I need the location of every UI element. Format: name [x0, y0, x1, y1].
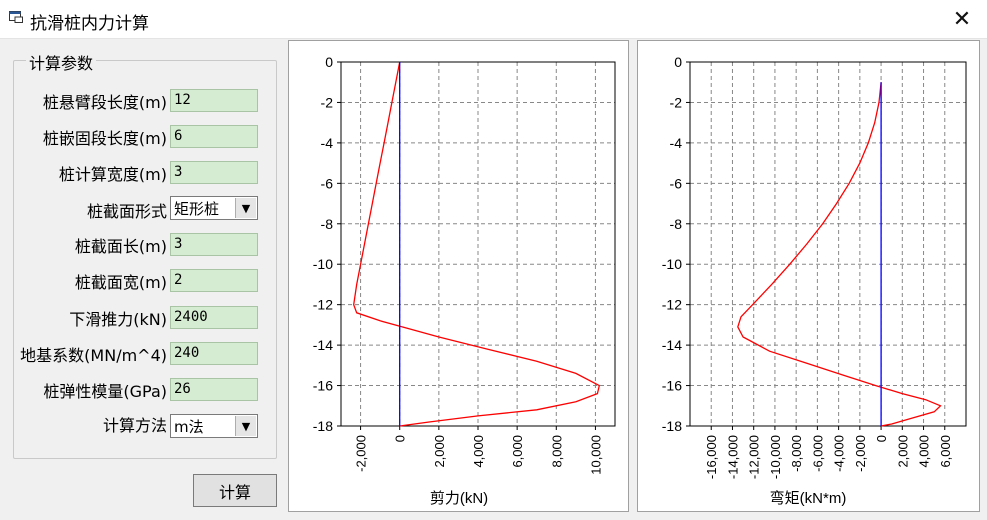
window-title: 抗滑桩内力计算 — [30, 14, 149, 34]
x-tick-label: 0 — [393, 435, 408, 442]
calc-width-field[interactable]: 3 — [170, 161, 258, 184]
x-tick-label: -2,000 — [853, 435, 868, 472]
label-subgrade-coef: 地基系数(MN/m^4) — [20, 346, 167, 365]
x-tick-label: 2,000 — [895, 435, 910, 468]
subgrade-coef-field[interactable]: 240 — [170, 342, 258, 365]
y-tick-label: 0 — [674, 54, 682, 70]
y-tick-label: -2 — [670, 94, 683, 110]
close-button[interactable]: ✕ — [937, 0, 987, 38]
section-type-select[interactable]: 矩形桩 ▼ — [170, 196, 258, 220]
chevron-down-icon[interactable]: ▼ — [235, 416, 256, 436]
x-tick-label: -12,000 — [747, 435, 762, 479]
x-axis-label: 弯矩(kN*m) — [770, 490, 847, 507]
section-type-value: 矩形桩 — [174, 200, 220, 218]
label-sliding-force: 下滑推力(kN) — [69, 310, 167, 329]
y-tick-label: -6 — [670, 175, 683, 191]
x-tick-label: -10,000 — [768, 435, 783, 479]
y-tick-label: -18 — [313, 418, 333, 434]
x-tick-label: 4,000 — [917, 435, 932, 468]
y-tick-label: -12 — [313, 297, 333, 313]
x-tick-label: -16,000 — [704, 435, 719, 479]
x-tick-label: 8,000 — [549, 435, 564, 468]
params-group-title: 计算参数 — [26, 50, 97, 74]
section-length-field[interactable]: 3 — [170, 233, 258, 256]
label-section-length: 桩截面长(m) — [74, 237, 167, 256]
y-tick-label: 0 — [325, 54, 333, 70]
elastic-modulus-field[interactable]: 26 — [170, 378, 258, 401]
section-width-field[interactable]: 2 — [170, 269, 258, 292]
data-curve — [737, 82, 942, 427]
y-tick-label: -16 — [662, 378, 682, 394]
y-tick-label: -12 — [662, 297, 682, 313]
y-tick-label: -4 — [321, 135, 334, 151]
x-axis-label: 剪力(kN) — [430, 490, 488, 507]
shear-chart-panel: 0 -2 -4 -6 -8 -10 -12 -14 -16 -18 -2,000 0 2,000 4,00… — [288, 40, 629, 512]
x-tick-label: 0 — [874, 435, 889, 442]
shear-chart: 0 -2 -4 -6 -8 -10 -12 -14 -16 -18 -2,000 0 2,000 4,00… — [313, 54, 616, 507]
label-section-width: 桩截面宽(m) — [74, 273, 167, 292]
label-elastic-modulus: 桩弹性模量(GPa) — [43, 382, 167, 401]
y-tick-label: -8 — [321, 216, 334, 232]
sliding-force-field[interactable]: 2400 — [170, 306, 258, 329]
calc-method-select[interactable]: m法 ▼ — [170, 414, 258, 438]
y-tick-label: -10 — [313, 256, 333, 272]
x-tick-label: -6,000 — [810, 435, 825, 472]
embedded-length-field[interactable]: 6 — [170, 125, 258, 148]
x-tick-label: -8,000 — [789, 435, 804, 472]
label-section-type: 桩截面形式 — [86, 202, 167, 221]
y-tick-label: -14 — [662, 337, 682, 353]
y-tick-label: -6 — [321, 175, 334, 191]
y-tick-label: -2 — [321, 94, 334, 110]
x-tick-label: 2,000 — [432, 435, 447, 468]
plot-frame — [689, 61, 967, 427]
y-tick-label: -8 — [670, 216, 683, 232]
moment-chart-panel: 0 -2 -4 -6 -8 -10 -12 -14 -16 -18 -16,000 -14,000 -1… — [637, 40, 980, 512]
x-tick-label: -2,000 — [354, 435, 369, 472]
x-tick-label: 6,000 — [510, 435, 525, 468]
y-tick-label: -16 — [313, 378, 333, 394]
label-calc-width: 桩计算宽度(m) — [58, 165, 167, 184]
x-tick-label: -14,000 — [725, 435, 740, 479]
x-tick-label: 4,000 — [471, 435, 486, 468]
x-tick-label: 10,000 — [588, 435, 603, 475]
chevron-down-icon[interactable]: ▼ — [235, 198, 256, 218]
y-tick-label: -10 — [662, 256, 682, 272]
data-curve — [353, 61, 601, 427]
label-cantilever-length: 桩悬臂段长度(m) — [42, 93, 167, 112]
label-embedded-length: 桩嵌固段长度(m) — [42, 129, 167, 148]
y-tick-label: -14 — [313, 337, 333, 353]
cantilever-length-field[interactable]: 12 — [170, 89, 258, 112]
calc-button[interactable]: 计算 — [193, 474, 277, 507]
app-icon — [9, 11, 23, 23]
label-calc-method: 计算方法 — [102, 416, 167, 435]
calc-method-value: m法 — [174, 418, 204, 436]
y-tick-label: -18 — [662, 418, 682, 434]
x-tick-label: -4,000 — [832, 435, 847, 472]
y-tick-label: -4 — [670, 135, 683, 151]
moment-chart: 0 -2 -4 -6 -8 -10 -12 -14 -16 -18 -16,000 -14,000 -1… — [662, 54, 967, 507]
x-tick-label: 6,000 — [938, 435, 953, 468]
title-bar: 抗滑桩内力计算 ✕ — [0, 0, 987, 39]
